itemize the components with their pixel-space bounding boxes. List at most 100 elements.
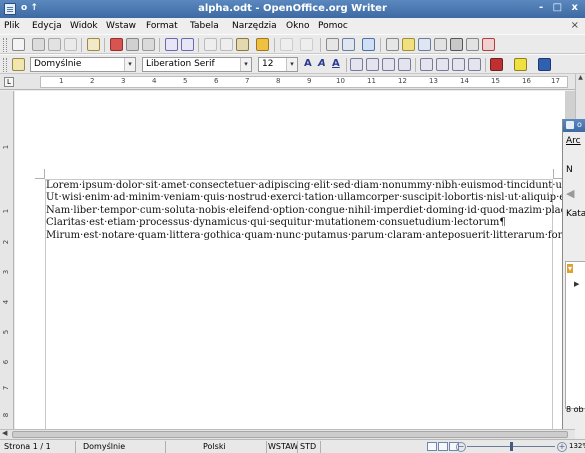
menu-pomoc[interactable]: Pomoc [318,21,348,31]
scroll-up-icon[interactable]: ▲ [576,74,585,84]
font-name-select[interactable]: Liberation Serif ▾ [142,57,252,72]
back-arrow-icon[interactable]: ◀ [566,187,574,200]
zoom-slider-handle[interactable] [510,442,513,451]
bold-button[interactable]: A [304,58,312,69]
copy-icon[interactable] [220,38,233,51]
menu-wstaw[interactable]: Wstaw [106,21,136,31]
increase-indent-icon[interactable] [468,58,481,71]
language-indicator[interactable]: Polski [203,442,226,451]
tab-selector[interactable]: L [4,77,14,87]
single-page-view-icon[interactable] [427,442,437,451]
zoom-out-icon[interactable]: − [456,442,466,452]
highlight-icon[interactable] [514,58,527,71]
window-controls[interactable]: - □ x [539,2,581,13]
navigator-menu-label[interactable]: Arc [566,136,581,146]
expand-icon[interactable]: ▾ [567,264,574,273]
zoom-icon[interactable] [466,38,479,51]
chevron-down-icon[interactable]: ▾ [286,58,297,71]
navigator-icon[interactable] [402,38,415,51]
font-size-select[interactable]: 12 ▾ [258,57,298,72]
menu-okno[interactable]: Okno [286,21,310,31]
find-replace-icon[interactable] [386,38,399,51]
cut-icon[interactable] [204,38,217,51]
decrease-indent-icon[interactable] [452,58,465,71]
menu-narzedzia[interactable]: Narzędzia [232,21,277,31]
navigator-app-icon [566,121,574,129]
redo-icon[interactable] [300,38,313,51]
menu-tabela[interactable]: Tabela [190,21,219,31]
styles-formatting-icon[interactable] [12,58,25,71]
menu-format[interactable]: Format [146,21,178,31]
page-style-indicator[interactable]: Domyślnie [83,442,125,451]
table-icon[interactable] [342,38,355,51]
new-document-icon[interactable] [12,38,25,51]
paragraph[interactable]: Lorem·ipsum·dolor·sit·amet·consectetuer·… [46,180,575,192]
open-icon[interactable] [32,38,45,51]
paragraph[interactable]: Nam·liber·tempor·cum·soluta·nobis·eleife… [46,205,575,217]
edit-file-icon[interactable] [87,38,100,51]
export-pdf-icon[interactable] [110,38,123,51]
document-body[interactable]: Lorem·ipsum·dolor·sit·amet·consectetuer·… [46,180,575,242]
paragraph-style-select[interactable]: Domyślnie ▾ [30,57,136,72]
gallery-icon[interactable] [418,38,431,51]
selection-mode-indicator[interactable]: STD [300,442,316,451]
align-center-icon[interactable] [366,58,379,71]
page-indicator[interactable]: Strona 1 / 1 [4,442,51,451]
font-color-icon[interactable] [490,58,503,71]
separator [320,441,321,453]
numbering-icon[interactable] [420,58,433,71]
clone-formatting-icon[interactable] [256,38,269,51]
page[interactable]: Lorem·ipsum·dolor·sit·amet·consectetuer·… [15,91,575,429]
help-icon[interactable] [482,38,495,51]
bullets-icon[interactable] [436,58,449,71]
save-icon[interactable] [48,38,61,51]
underline-button[interactable]: A [332,58,340,69]
email-icon[interactable] [64,38,77,51]
italic-button[interactable]: A [318,58,326,69]
data-sources-icon[interactable] [434,38,447,51]
expand-arrow-icon[interactable]: ▶ [574,280,579,288]
zoom-percent[interactable]: 132% [569,442,585,450]
print-preview-icon[interactable] [142,38,155,51]
align-right-icon[interactable] [382,58,395,71]
close-document-icon[interactable]: × [571,20,579,31]
ruler-number: 5 [183,77,188,85]
navigator-tree[interactable]: ▾ ▶ [565,261,585,409]
scroll-left-icon[interactable]: ◀ [2,429,7,437]
paragraph[interactable]: Mirum·est·notare·quam·littera·gothica·qu… [46,230,575,242]
undo-icon[interactable] [280,38,293,51]
scroll-thumb[interactable] [12,431,568,438]
navigator-window[interactable]: o Arc N ◀ Kata ▾ ▶ 8 ob [562,119,585,437]
horizontal-ruler[interactable]: L 1 2 3 4 5 6 7 8 9 10 11 12 13 14 15 16… [0,74,575,90]
menu-edycja[interactable]: Edycja [32,21,62,31]
horizontal-scrollbar[interactable]: ◀ [0,429,575,439]
insert-mode-indicator[interactable]: WSTAW [268,442,298,451]
paragraph[interactable]: Ut·wisi·enim·ad·minim·veniam·quis·nostru… [46,192,575,204]
align-left-icon[interactable] [350,58,363,71]
print-icon[interactable] [126,38,139,51]
navigator-category-label: Kata [566,209,585,219]
paragraph-style-value: Domyślnie [34,59,82,69]
draw-functions-icon[interactable] [362,38,375,51]
chevron-down-icon[interactable]: ▾ [240,58,251,71]
vertical-ruler[interactable]: 1 1 2 3 4 5 6 7 8 [0,91,14,429]
menu-widok[interactable]: Widok [70,21,98,31]
separator [485,58,486,72]
separator [266,441,267,453]
justify-icon[interactable] [398,58,411,71]
background-color-icon[interactable] [538,58,551,71]
document-area[interactable]: Lorem·ipsum·dolor·sit·amet·consectetuer·… [15,91,575,429]
chevron-down-icon[interactable]: ▾ [124,58,135,71]
hyperlink-icon[interactable] [326,38,339,51]
formatting-marks-icon[interactable] [450,38,463,51]
paragraph[interactable]: Claritas·est·etiam·processus·dynamicus·q… [46,217,552,229]
toolbar-grip[interactable] [3,58,7,72]
toolbar-grip[interactable] [3,38,7,52]
zoom-in-icon[interactable]: + [557,442,567,452]
navigator-menu-dots[interactable]: o [577,120,582,129]
multi-page-view-icon[interactable] [438,442,448,451]
spellcheck-icon[interactable] [165,38,178,51]
paste-icon[interactable] [236,38,249,51]
menu-plik[interactable]: Plik [4,21,20,31]
autospellcheck-icon[interactable] [181,38,194,51]
